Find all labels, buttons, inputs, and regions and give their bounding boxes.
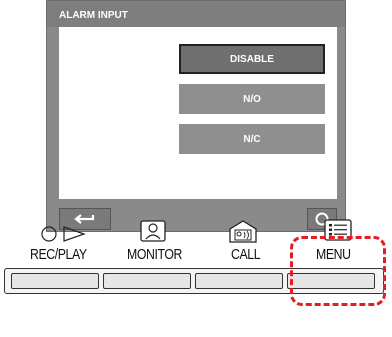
monitor-label: MONITOR [127, 246, 182, 263]
screen-title: ALARM INPUT [59, 10, 128, 21]
rec-play-label: REC/PLAY [30, 246, 87, 263]
title-bar: ALARM INPUT [47, 1, 345, 27]
option-disable[interactable]: DISABLE [179, 44, 325, 74]
options-panel: DISABLE N/O N/C [59, 27, 337, 199]
monitor-key[interactable] [103, 273, 191, 289]
option-normally-open[interactable]: N/O [179, 84, 325, 114]
option-normally-closed[interactable]: N/C [179, 124, 325, 154]
call-key[interactable] [195, 273, 283, 289]
monitor-icon [140, 220, 166, 242]
menu-highlight-callout [290, 236, 386, 306]
device-screen: ALARM INPUT DISABLE N/O N/C [46, 0, 346, 232]
call-icon [229, 220, 257, 243]
rec-play-key[interactable] [11, 273, 99, 289]
call-label: CALL [231, 246, 261, 263]
rec-play-icon [41, 226, 86, 242]
